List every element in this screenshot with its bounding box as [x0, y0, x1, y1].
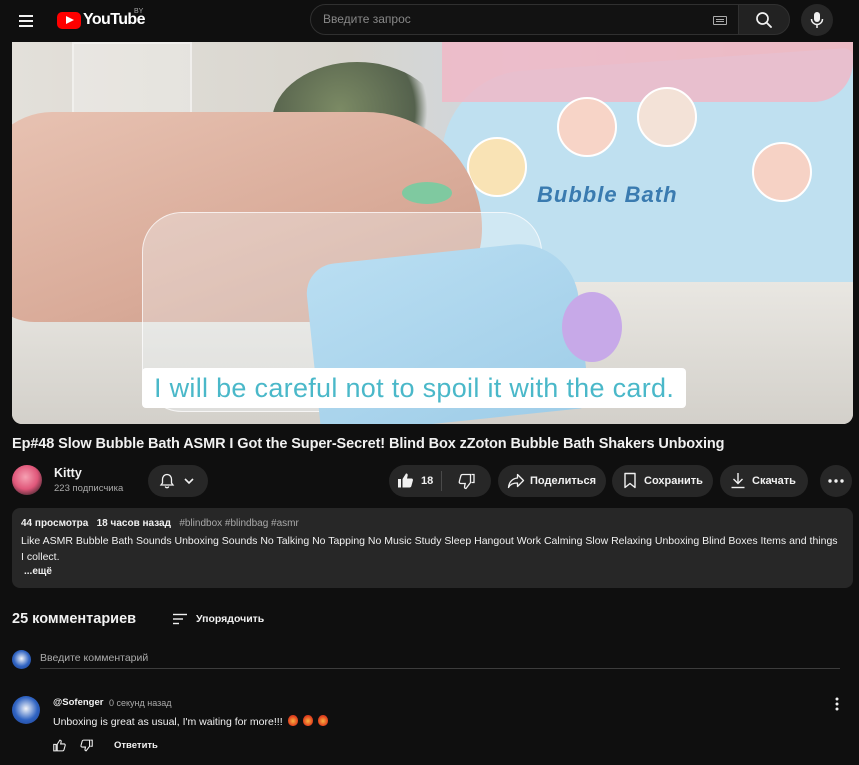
search-button[interactable]: [738, 4, 790, 35]
show-more-button[interactable]: ...ещё: [24, 566, 52, 577]
search-placeholder: Введите запрос: [323, 12, 411, 26]
comment-input[interactable]: Введите комментарий: [40, 652, 148, 664]
share-icon: [507, 473, 525, 489]
notifications-button[interactable]: [148, 465, 208, 497]
search-icon: [756, 12, 772, 28]
youtube-logo[interactable]: YouTube BY: [57, 8, 145, 30]
description-meta: 44 просмотра 18 часов назад #blindbox #b…: [21, 518, 299, 529]
video-bag-character: [562, 292, 622, 362]
hashtags[interactable]: #blindbox #blindbag #asmr: [179, 518, 299, 529]
save-icon: [624, 472, 636, 489]
sort-icon: [173, 613, 187, 625]
mic-icon: [810, 12, 824, 28]
video-nail: [402, 182, 452, 204]
download-icon: [731, 473, 745, 489]
menu-icon[interactable]: [17, 10, 39, 32]
download-label: Скачать: [752, 475, 796, 487]
kebab-icon[interactable]: [832, 696, 842, 712]
more-actions-button[interactable]: [820, 465, 852, 497]
video-character: [752, 142, 812, 202]
top-bar: YouTube BY Введите запрос: [0, 0, 859, 42]
comment-author[interactable]: @Sofenger: [53, 697, 103, 708]
like-dislike-group: 18: [389, 465, 491, 497]
comment-avatar[interactable]: [12, 696, 40, 724]
reply-button[interactable]: Ответить: [114, 740, 158, 751]
video-caption: I will be careful not to spoil it with t…: [142, 368, 687, 408]
share-button[interactable]: Поделиться: [498, 465, 606, 497]
video-player[interactable]: Bubble Bath I will be careful not to spo…: [12, 42, 853, 424]
sort-comments-button[interactable]: Упорядочить: [172, 609, 264, 629]
view-count: 44 просмотра: [21, 518, 89, 529]
comment-text: Unboxing is great as usual, I'm waiting …: [53, 715, 328, 728]
bell-icon: [159, 473, 175, 489]
video-title: Ep#48 Slow Bubble Bath ASMR I Got the Su…: [12, 436, 725, 452]
download-button[interactable]: Скачать: [720, 465, 808, 497]
fire-heart-emoji-icon: [317, 715, 328, 726]
country-code: BY: [134, 8, 144, 15]
voice-search-button[interactable]: [801, 4, 833, 36]
current-user-avatar: [12, 650, 31, 669]
description-text: Like ASMR Bubble Bath Sounds Unboxing So…: [21, 535, 838, 563]
youtube-logo-icon: [57, 11, 81, 29]
channel-avatar[interactable]: [12, 465, 42, 495]
like-icon: [398, 473, 413, 488]
video-box-label: Bubble Bath: [537, 182, 678, 207]
fire-heart-emoji-icon: [302, 715, 313, 726]
chevron-down-icon: [184, 478, 194, 485]
share-label: Поделиться: [530, 475, 597, 487]
search-input[interactable]: Введите запрос: [310, 4, 740, 35]
dislike-icon: [458, 473, 475, 490]
keyboard-icon[interactable]: [713, 16, 727, 25]
comment-dislike-icon[interactable]: [80, 739, 93, 752]
more-icon: [828, 479, 844, 483]
video-character: [637, 87, 697, 147]
subscriber-count: 223 подписчика: [54, 483, 124, 494]
upload-date: 18 часов назад: [96, 518, 171, 529]
comment-like-icon[interactable]: [53, 739, 66, 752]
comment-input-underline: [40, 668, 840, 669]
fire-heart-emoji-icon: [287, 715, 298, 726]
description-box[interactable]: 44 просмотра 18 часов назад #blindbox #b…: [12, 508, 853, 588]
comments-count: 25 комментариев: [12, 611, 137, 627]
channel-name[interactable]: Kitty: [54, 466, 82, 480]
comment-time[interactable]: 0 секунд назад: [109, 698, 172, 708]
like-count: 18: [421, 475, 434, 487]
comment-body: Unboxing is great as usual, I'm waiting …: [53, 716, 283, 728]
video-character: [557, 97, 617, 157]
save-label: Сохранить: [644, 475, 703, 487]
like-button[interactable]: 18: [389, 465, 441, 497]
sort-label: Упорядочить: [196, 613, 265, 625]
dislike-button[interactable]: [442, 465, 491, 497]
save-button[interactable]: Сохранить: [612, 465, 713, 497]
video-character: [467, 137, 527, 197]
